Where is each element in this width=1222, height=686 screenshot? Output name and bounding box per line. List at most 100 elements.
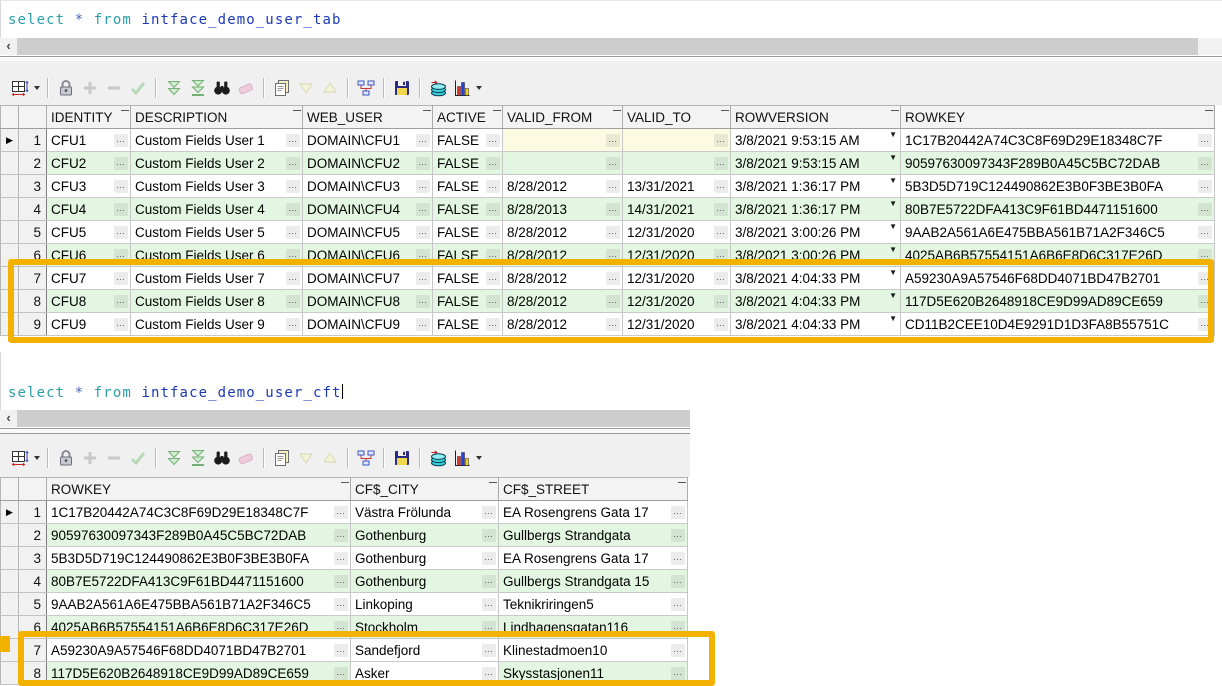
cell-cf$_street[interactable]: Lindhagensgatan116…	[499, 616, 688, 639]
cell-rowkey[interactable]: A59230A9A57546F68DD4071BD47B2701…	[47, 639, 351, 662]
cell-web_user[interactable]: DOMAIN\CFU4…	[303, 198, 433, 221]
ellipsis-button[interactable]: …	[671, 506, 685, 519]
ellipsis-button[interactable]: …	[416, 226, 430, 239]
column-header-rowkey[interactable]: ROWKEY	[901, 106, 1215, 129]
ellipsis-button[interactable]: …	[482, 598, 496, 611]
ellipsis-button[interactable]: …	[714, 272, 728, 285]
cell-valid_from[interactable]: 8/28/2013…	[503, 198, 623, 221]
row-number[interactable]: 2	[19, 524, 47, 547]
ellipsis-button[interactable]: …	[486, 249, 500, 262]
cell-cf$_street[interactable]: Skysstasjonen11…	[499, 662, 688, 685]
ellipsis-button[interactable]: …	[482, 506, 496, 519]
ellipsis-button[interactable]: …	[416, 134, 430, 147]
cell-cf$_city[interactable]: Västra Frölunda…	[351, 501, 499, 524]
copy-button[interactable]	[271, 76, 293, 100]
row-number[interactable]: 4	[19, 198, 47, 221]
row-number[interactable]: 7	[19, 639, 47, 662]
cell-cf$_street[interactable]: Klinestadmoen10…	[499, 639, 688, 662]
copy-button[interactable]	[271, 446, 293, 470]
cell-rowkey[interactable]: 9AAB2A561A6E475BBA561B71A2F346C5…	[47, 593, 351, 616]
column-header-cf$_street[interactable]: CF$_STREET	[499, 478, 688, 501]
ellipsis-button[interactable]: …	[606, 295, 620, 308]
query-plan-button[interactable]	[355, 446, 377, 470]
cell-valid_from[interactable]: 8/28/2012…	[503, 175, 623, 198]
cell-rowversion[interactable]: 3/8/2021 1:36:17 PM▼	[731, 175, 901, 198]
column-grip-icon[interactable]	[121, 110, 129, 111]
chevron-down-icon[interactable]	[476, 86, 482, 90]
ellipsis-button[interactable]: …	[416, 295, 430, 308]
ellipsis-button[interactable]: …	[114, 134, 128, 147]
column-grip-icon[interactable]	[341, 482, 349, 483]
ellipsis-button[interactable]: …	[286, 318, 300, 331]
ellipsis-button[interactable]: …	[286, 180, 300, 193]
cell-active[interactable]: FALSE…	[433, 313, 503, 336]
cell-description[interactable]: Custom Fields User 9…	[131, 313, 303, 336]
fetch-more-button[interactable]	[163, 446, 185, 470]
cell-rowkey[interactable]: 4025AB6B57554151A6B6E8D6C317E26D…	[47, 616, 351, 639]
row-number[interactable]: 9	[19, 313, 47, 336]
ellipsis-button[interactable]: …	[606, 318, 620, 331]
column-header-web_user[interactable]: WEB_USER	[303, 106, 433, 129]
row-number[interactable]: 8	[19, 290, 47, 313]
ellipsis-button[interactable]: …	[671, 598, 685, 611]
cell-web_user[interactable]: DOMAIN\CFU5…	[303, 221, 433, 244]
dropdown-button[interactable]: ▼	[889, 268, 897, 277]
ellipsis-button[interactable]: …	[482, 575, 496, 588]
dropdown-button[interactable]: ▼	[889, 199, 897, 208]
cell-cf$_street[interactable]: Gullbergs Strandgata…	[499, 524, 688, 547]
ellipsis-button[interactable]: …	[286, 134, 300, 147]
cell-identity[interactable]: CFU5…	[47, 221, 131, 244]
cell-identity[interactable]: CFU8…	[47, 290, 131, 313]
ellipsis-button[interactable]: …	[1198, 180, 1212, 193]
cell-valid_from[interactable]: 8/28/2012…	[503, 290, 623, 313]
ellipsis-button[interactable]: …	[286, 295, 300, 308]
dropdown-button[interactable]: ▼	[889, 314, 897, 323]
ellipsis-button[interactable]: …	[286, 203, 300, 216]
row-number[interactable]: 3	[19, 175, 47, 198]
ellipsis-button[interactable]: …	[482, 667, 496, 680]
cell-rowversion[interactable]: 3/8/2021 9:53:15 AM▼	[731, 152, 901, 175]
cell-rowkey[interactable]: 80B7E5722DFA413C9F61BD4471151600…	[901, 198, 1215, 221]
sql-editor-bottom[interactable]: select * from intface_demo_user_cft	[0, 352, 690, 410]
ellipsis-button[interactable]: …	[334, 552, 348, 565]
cell-identity[interactable]: CFU3…	[47, 175, 131, 198]
cell-cf$_city[interactable]: Stockholm…	[351, 616, 499, 639]
cell-identity[interactable]: CFU9…	[47, 313, 131, 336]
ellipsis-button[interactable]: …	[416, 318, 430, 331]
cell-identity[interactable]: CFU6…	[47, 244, 131, 267]
ellipsis-button[interactable]: …	[714, 226, 728, 239]
ellipsis-button[interactable]: …	[334, 598, 348, 611]
ellipsis-button[interactable]: …	[1198, 295, 1212, 308]
column-header-active[interactable]: ACTIVE	[433, 106, 503, 129]
ellipsis-button[interactable]: …	[334, 529, 348, 542]
ellipsis-button[interactable]: …	[671, 621, 685, 634]
ellipsis-button[interactable]: …	[482, 529, 496, 542]
ellipsis-button[interactable]: …	[714, 134, 728, 147]
dropdown-button[interactable]: ▼	[889, 130, 897, 139]
ellipsis-button[interactable]: …	[334, 644, 348, 657]
row-number[interactable]: 1	[19, 129, 47, 152]
export-button[interactable]	[427, 446, 449, 470]
ellipsis-button[interactable]: …	[416, 272, 430, 285]
fetch-more-button[interactable]	[163, 76, 185, 100]
cell-valid_to[interactable]: 13/31/2021…	[623, 175, 731, 198]
ellipsis-button[interactable]: …	[671, 575, 685, 588]
cell-rowversion[interactable]: 3/8/2021 3:00:26 PM▼	[731, 244, 901, 267]
dropdown-button[interactable]: ▼	[889, 153, 897, 162]
scroll-left-icon[interactable]: ‹	[0, 410, 17, 427]
ellipsis-button[interactable]: …	[606, 249, 620, 262]
row-number[interactable]: 2	[19, 152, 47, 175]
scroll-left-icon[interactable]: ‹	[0, 38, 17, 55]
save-button[interactable]	[391, 446, 413, 470]
ellipsis-button[interactable]: …	[1198, 203, 1212, 216]
cell-rowversion[interactable]: 3/8/2021 9:53:15 AM▼	[731, 129, 901, 152]
cell-identity[interactable]: CFU7…	[47, 267, 131, 290]
cell-description[interactable]: Custom Fields User 2…	[131, 152, 303, 175]
dropdown-button[interactable]: ▼	[889, 245, 897, 254]
cell-rowkey[interactable]: 4025AB6B57554151A6B6E8D6C317E26D…	[901, 244, 1215, 267]
ellipsis-button[interactable]: …	[114, 180, 128, 193]
ellipsis-button[interactable]: …	[486, 295, 500, 308]
cell-valid_to[interactable]: 12/31/2020…	[623, 221, 731, 244]
cell-cf$_city[interactable]: Linkoping…	[351, 593, 499, 616]
ellipsis-button[interactable]: …	[114, 295, 128, 308]
